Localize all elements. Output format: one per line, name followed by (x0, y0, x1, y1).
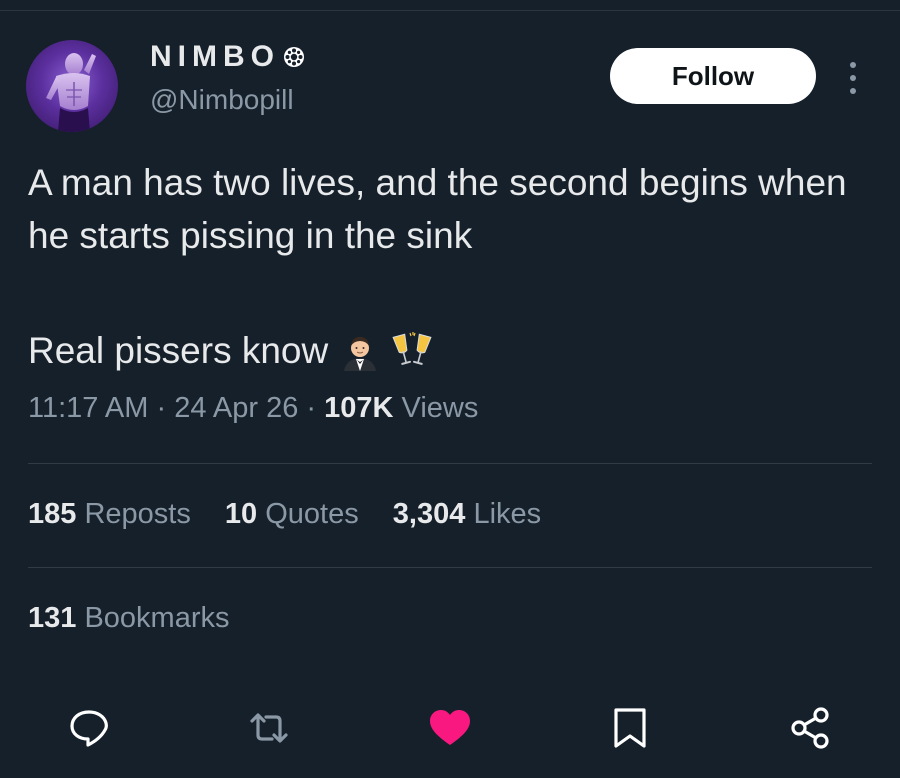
bookmarks-count: 131 (28, 602, 77, 634)
divider (28, 463, 872, 464)
like-icon[interactable] (427, 705, 473, 751)
meta-separator: · (156, 392, 167, 424)
likes-count: 3,304 (392, 498, 466, 530)
retweet-icon[interactable] (246, 705, 292, 751)
views-count: 107K (324, 392, 394, 424)
user-handle[interactable]: @Nimbopill (150, 84, 294, 116)
quotes-stat[interactable]: 10 Quotes (225, 498, 359, 531)
tweet-text: A man has two lives, and the second begi… (28, 162, 847, 256)
bookmark-icon[interactable] (607, 705, 653, 751)
top-divider (0, 10, 900, 11)
share-icon[interactable] (787, 705, 833, 751)
man-in-tuxedo-emoji (344, 336, 377, 371)
display-name: NIMBO (150, 40, 280, 73)
bookmarks-label: Bookmarks (84, 602, 230, 634)
views-label: Views (401, 392, 479, 424)
tweet-text-line: Real pissers know (28, 324, 432, 377)
engagement-stats: 185 Reposts 10 Quotes 3,304 Likes (28, 498, 567, 531)
likes-stat[interactable]: 3,304 Likes (393, 498, 541, 531)
meta-separator: · (306, 392, 317, 424)
bookmarks-stat[interactable]: 131 Bookmarks (28, 602, 230, 635)
tweet-text-second: Real pissers know (28, 330, 329, 371)
avatar-figure-image (46, 53, 96, 132)
reply-icon[interactable] (66, 705, 112, 751)
reposts-stat[interactable]: 185 Reposts (28, 498, 191, 531)
likes-label: Likes (473, 498, 542, 530)
display-name-row[interactable]: NIMBO (150, 40, 306, 74)
tweet-meta: 11:17 AM · 24 Apr 26 · 107K Views (28, 392, 478, 425)
avatar[interactable] (26, 40, 118, 132)
tweet-time[interactable]: 11:17 AM (28, 392, 148, 424)
more-options-icon[interactable] (842, 58, 864, 98)
divider (28, 567, 872, 568)
circle-badge-icon (284, 47, 304, 67)
reposts-count: 185 (28, 498, 77, 530)
clinking-glasses-emoji (392, 331, 432, 365)
quotes-label: Quotes (265, 498, 359, 530)
tweet-date[interactable]: 24 Apr 26 (174, 392, 298, 424)
reposts-label: Reposts (84, 498, 191, 530)
quotes-count: 10 (224, 498, 258, 530)
follow-button[interactable]: Follow (610, 48, 816, 104)
